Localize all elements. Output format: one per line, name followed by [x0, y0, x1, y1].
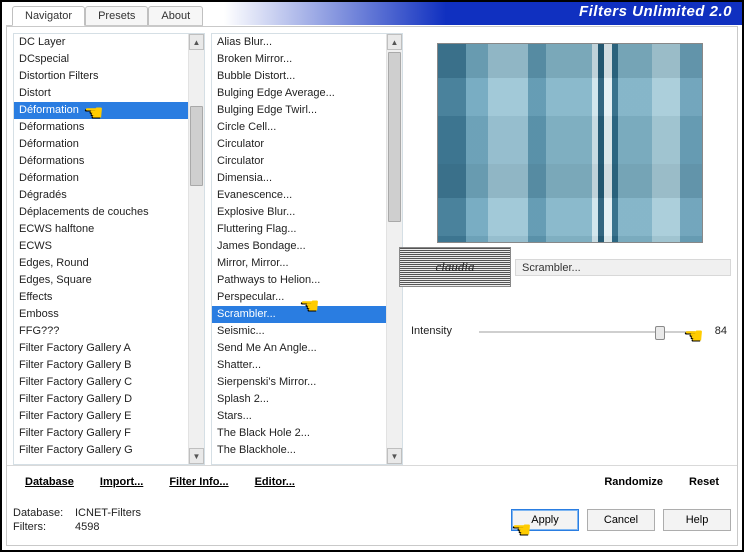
filter-item[interactable]: Splash 2... [212, 391, 386, 408]
status-database-value: ICNET-Filters [75, 506, 141, 520]
category-item[interactable]: Filter Factory Gallery A [14, 340, 188, 357]
category-item[interactable]: Effects [14, 289, 188, 306]
category-item[interactable]: Filter Factory Gallery D [14, 391, 188, 408]
import-link[interactable]: Import... [100, 476, 143, 488]
category-item[interactable]: Distort [14, 85, 188, 102]
category-item[interactable]: Déplacements de couches [14, 204, 188, 221]
filter-item[interactable]: The Blackhole... [212, 442, 386, 459]
filter-item[interactable]: Broken Mirror... [212, 51, 386, 68]
category-item[interactable]: Filter Factory Gallery B [14, 357, 188, 374]
category-item[interactable]: Distortion Filters [14, 68, 188, 85]
category-item[interactable]: Filter Factory Gallery F [14, 425, 188, 442]
filter-item[interactable]: Bulging Edge Average... [212, 85, 386, 102]
cancel-button[interactable]: Cancel [587, 509, 655, 531]
category-list[interactable]: DC LayerDCspecialDistortion FiltersDisto… [13, 33, 205, 465]
window-title: Filters Unlimited 2.0 [579, 3, 732, 20]
category-item[interactable]: Déformation [14, 170, 188, 187]
database-link[interactable]: Database [25, 476, 74, 488]
tab-navigator[interactable]: Navigator [12, 6, 85, 26]
category-item[interactable]: DC Layer [14, 34, 188, 51]
filter-item[interactable]: Pathways to Helion... [212, 272, 386, 289]
category-item[interactable]: Dégradés [14, 187, 188, 204]
scroll-up-icon[interactable]: ▲ [189, 34, 204, 50]
status-filters-value: 4598 [75, 520, 99, 534]
reset-link[interactable]: Reset [689, 476, 719, 488]
tab-about[interactable]: About [148, 6, 203, 25]
filter-item[interactable]: Evanescence... [212, 187, 386, 204]
logo-badge: claudia [399, 247, 511, 287]
scroll-up-icon[interactable]: ▲ [387, 34, 402, 50]
category-item[interactable]: Emboss [14, 306, 188, 323]
filter-item[interactable]: Shatter... [212, 357, 386, 374]
category-item[interactable]: Edges, Square [14, 272, 188, 289]
scroll-down-icon[interactable]: ▼ [189, 448, 204, 464]
intensity-slider[interactable] [479, 331, 695, 333]
filter-item[interactable]: Explosive Blur... [212, 204, 386, 221]
status-database-label: Database: [13, 506, 67, 520]
slider-thumb[interactable] [655, 326, 665, 340]
selected-filter-name: Scrambler... [515, 259, 731, 276]
category-item[interactable]: Filter Factory Gallery E [14, 408, 188, 425]
category-item[interactable]: DCspecial [14, 51, 188, 68]
intensity-label: Intensity [411, 325, 471, 337]
navigator-panel: DC LayerDCspecialDistortion FiltersDisto… [6, 26, 738, 546]
filter-item[interactable]: Perspecular... [212, 289, 386, 306]
scroll-thumb[interactable] [190, 106, 203, 186]
filter-item[interactable]: Bubble Distort... [212, 68, 386, 85]
category-item[interactable]: ECWS halftone [14, 221, 188, 238]
filter-list[interactable]: Alias Blur...Broken Mirror...Bubble Dist… [211, 33, 403, 465]
tab-strip: NavigatorPresetsAbout [6, 4, 203, 26]
filter-item[interactable]: The Black Hole 2... [212, 425, 386, 442]
category-item[interactable]: Filter Factory Gallery C [14, 374, 188, 391]
help-button[interactable]: Help [663, 509, 731, 531]
intensity-value: 84 [703, 325, 727, 337]
filter-item[interactable]: Seismic... [212, 323, 386, 340]
filter-item[interactable]: Circle Cell... [212, 119, 386, 136]
category-item[interactable]: ECWS [14, 238, 188, 255]
filter-item[interactable]: Circulator [212, 136, 386, 153]
columns: DC LayerDCspecialDistortion FiltersDisto… [7, 27, 737, 465]
filter-item[interactable]: Fluttering Flag... [212, 221, 386, 238]
category-item[interactable]: Déformations [14, 119, 188, 136]
tab-presets[interactable]: Presets [85, 6, 148, 25]
preview-column: claudia Scrambler... Intensity 84 [409, 33, 731, 465]
category-item[interactable]: Déformations [14, 153, 188, 170]
link-bar: Database Import... Filter Info... Editor… [7, 465, 737, 497]
filter-item[interactable]: Scrambler... [212, 306, 386, 323]
filter-title-row: claudia Scrambler... [399, 247, 731, 287]
category-item[interactable]: Déformation [14, 136, 188, 153]
category-item[interactable]: FFG??? [14, 323, 188, 340]
category-scrollbar[interactable]: ▲ ▼ [188, 34, 204, 464]
preview-image [437, 43, 703, 243]
filter-item[interactable]: Stars... [212, 408, 386, 425]
filter-item[interactable]: Mirror, Mirror... [212, 255, 386, 272]
filter-item[interactable]: Bulging Edge Twirl... [212, 102, 386, 119]
logo-text: claudia [436, 259, 475, 275]
filter-item[interactable]: Sierpenski's Mirror... [212, 374, 386, 391]
filter-item[interactable]: Alias Blur... [212, 34, 386, 51]
intensity-row: Intensity 84 [409, 325, 731, 337]
randomize-link[interactable]: Randomize [604, 476, 663, 488]
category-item[interactable]: Edges, Round [14, 255, 188, 272]
filter-item[interactable]: Circulator [212, 153, 386, 170]
status-filters-label: Filters: [13, 520, 67, 534]
filter-item[interactable]: Send Me An Angle... [212, 340, 386, 357]
apply-button[interactable]: Apply [511, 509, 579, 531]
category-item[interactable]: Déformation [14, 102, 188, 119]
filter-item[interactable]: James Bondage... [212, 238, 386, 255]
scroll-thumb[interactable] [388, 52, 401, 222]
filter-info-link[interactable]: Filter Info... [169, 476, 228, 488]
scroll-down-icon[interactable]: ▼ [387, 448, 402, 464]
filter-item[interactable]: Dimensia... [212, 170, 386, 187]
status-text: Database: ICNET-Filters Filters: 4598 [13, 506, 313, 534]
dialog-bottom: Database: ICNET-Filters Filters: 4598 Ap… [13, 499, 731, 541]
editor-link[interactable]: Editor... [255, 476, 295, 488]
category-item[interactable]: Filter Factory Gallery G [14, 442, 188, 459]
